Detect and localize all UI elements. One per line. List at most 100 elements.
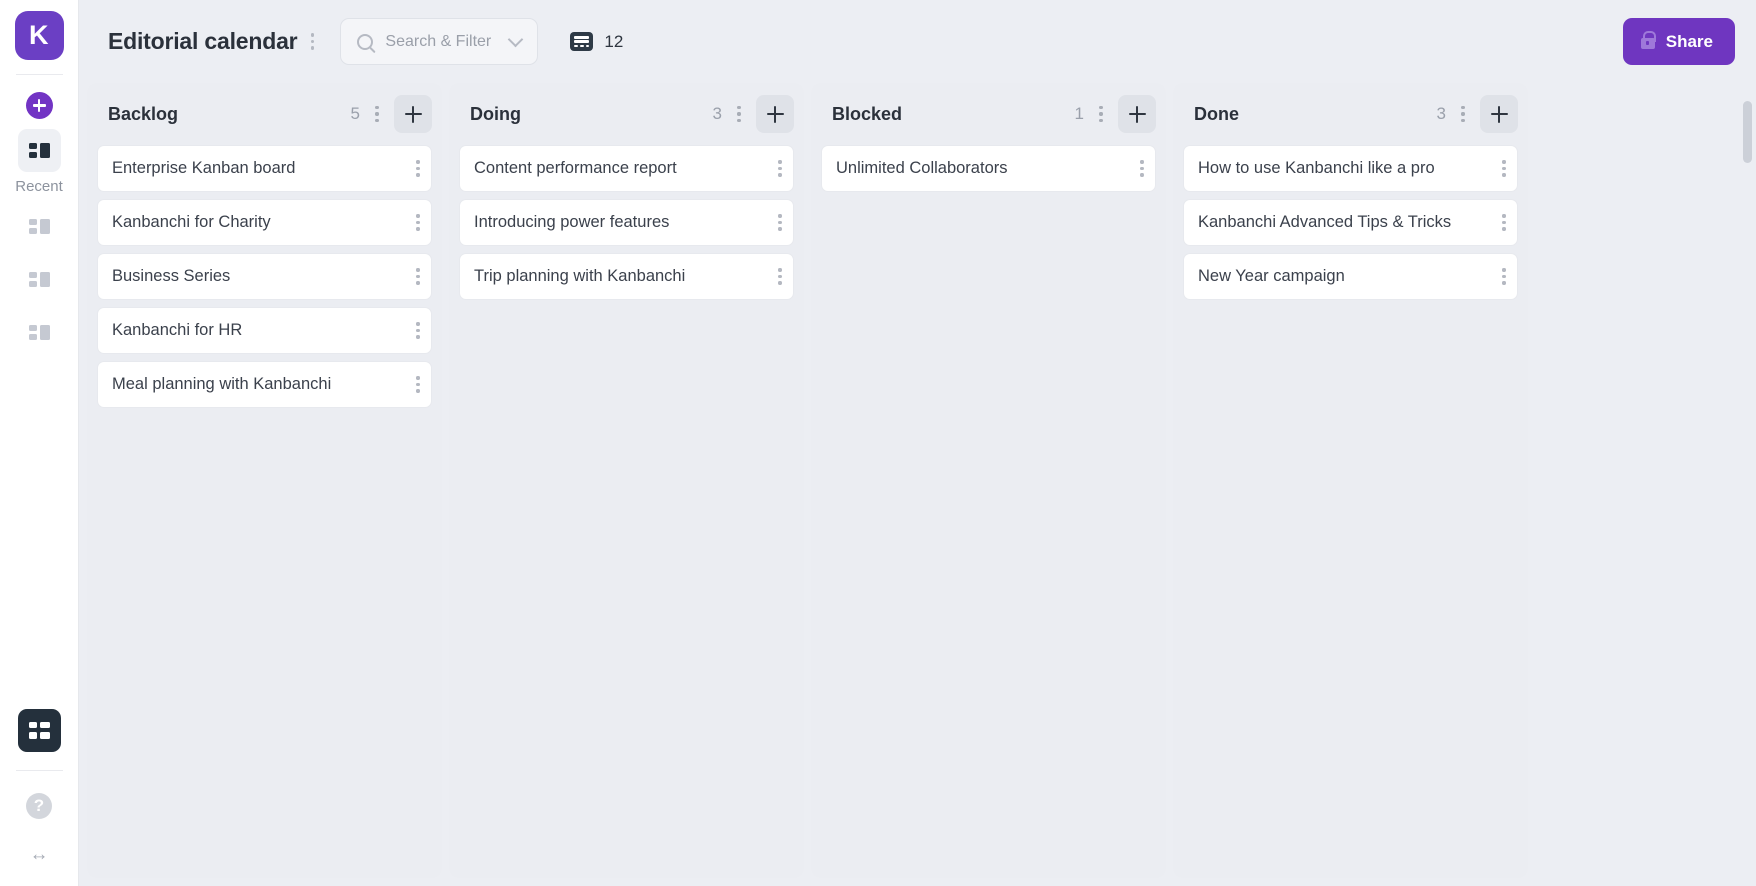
add-card-button[interactable] [1118,95,1156,133]
card[interactable]: How to use Kanbanchi like a pro [1183,145,1518,192]
card-counter: 12 [570,32,623,52]
sidebar-divider-top [15,74,63,75]
card-title: Kanbanchi for Charity [112,213,271,231]
column-title: Done [1194,103,1239,124]
column-title: Backlog [108,103,179,124]
sidebar-item-recent[interactable] [17,129,61,172]
main-area: Editorial calendar Search & Filter 12 Sh… [79,0,1756,886]
search-input[interactable]: Search & Filter [340,18,539,65]
card-menu-icon[interactable] [409,319,427,343]
card-count-value: 12 [604,31,624,51]
page-title: Editorial calendar [108,28,298,54]
top-bar: Editorial calendar Search & Filter 12 Sh… [79,0,1756,83]
board-right-padding [1535,83,1557,93]
card-title: Trip planning with Kanbanchi [474,267,686,285]
board-columns: Backlog 5 Enterprise Kanban board Kanbanchi… [79,83,1756,886]
board-column: Blocked 1 Unlimited Collaborators [811,83,1166,878]
card[interactable]: Unlimited Collaborators [821,145,1156,192]
card[interactable]: Business Series [97,253,432,300]
search-icon [357,33,374,50]
board-column: Doing 3 Content performance report Introduc… [449,83,804,878]
column-header: Backlog 5 [87,83,442,145]
column-menu-icon[interactable] [730,102,748,126]
share-button[interactable]: Share [1622,18,1735,65]
column-title: Blocked [832,103,903,124]
add-card-button[interactable] [1480,95,1518,133]
card-menu-icon[interactable] [1495,265,1513,289]
sidebar-recent-label: Recent [15,178,63,195]
column-card-count: 3 [1436,104,1446,123]
board-column: Done 3 How to use Kanbanchi like a pro Kanb… [1173,83,1528,878]
card-menu-icon[interactable] [771,157,789,181]
column-card-list: Unlimited Collaborators [811,145,1166,192]
column-card-list: Enterprise Kanban board Kanbanchi for Cha… [87,145,442,408]
card-menu-icon[interactable] [409,157,427,181]
sidebar-recent-board-2[interactable] [18,258,61,301]
card-title: New Year campaign [1198,267,1345,285]
column-menu-icon[interactable] [1454,102,1472,126]
card[interactable]: Introducing power features [459,199,794,246]
card-menu-icon[interactable] [1495,157,1513,181]
sidebar-recent-board-3[interactable] [18,311,61,354]
card-menu-icon[interactable] [1495,211,1513,235]
column-card-count: 5 [350,104,360,123]
sidebar-divider-bottom [15,770,63,771]
column-title: Doing [470,103,521,124]
card[interactable]: Kanbanchi Advanced Tips & Tricks [1183,199,1518,246]
collapse-sidebar-icon[interactable]: ↔ [30,845,49,864]
sidebar-item-workspace[interactable] [17,709,61,752]
card[interactable]: Kanbanchi for Charity [97,199,432,246]
board-icon [28,218,50,235]
card[interactable]: Enterprise Kanban board [97,145,432,192]
column-header: Done 3 [1173,83,1528,145]
card-menu-icon[interactable] [771,265,789,289]
card[interactable]: Content performance report [459,145,794,192]
add-board-button[interactable] [25,92,53,119]
card-menu-icon[interactable] [409,265,427,289]
card-title: Unlimited Collaborators [836,159,1008,177]
column-header: Doing 3 [449,83,804,145]
card-title: Business Series [112,267,231,285]
lock-icon [1640,31,1657,49]
column-menu-icon[interactable] [1092,102,1110,126]
card[interactable]: Meal planning with Kanbanchi [97,361,432,408]
board-icon [28,324,50,341]
card[interactable]: New Year campaign [1183,253,1518,300]
card-title: Content performance report [474,159,677,177]
card-title: Meal planning with Kanbanchi [112,375,332,393]
card-title: Introducing power features [474,213,670,231]
sidebar: K Recent ? ↔ [0,0,79,886]
card-menu-icon[interactable] [771,211,789,235]
board-column: Backlog 5 Enterprise Kanban board Kanbanchi… [87,83,442,878]
card-icon [570,32,594,51]
add-card-button[interactable] [756,95,794,133]
column-card-list: How to use Kanbanchi like a pro Kanbanchi… [1173,145,1528,300]
grid-icon [28,722,50,739]
card-title: Enterprise Kanban board [112,159,296,177]
add-card-button[interactable] [394,95,432,133]
board-menu-icon[interactable] [303,30,321,54]
logo-letter: K [29,20,49,50]
column-card-list: Content performance report Introducing po… [449,145,804,300]
card[interactable]: Trip planning with Kanbanchi [459,253,794,300]
column-card-count: 1 [1074,104,1084,123]
column-card-count: 3 [712,104,722,123]
board-icon [28,271,50,288]
column-header: Blocked 1 [811,83,1166,145]
card-title: Kanbanchi Advanced Tips & Tricks [1198,213,1452,231]
card-menu-icon[interactable] [409,211,427,235]
help-glyph: ? [33,796,45,815]
share-button-label: Share [1665,31,1713,51]
kanbanchi-logo[interactable]: K [14,11,64,60]
chevron-down-icon[interactable] [508,31,524,48]
help-icon[interactable]: ? [26,793,52,819]
sidebar-recent-board-1[interactable] [18,205,61,248]
app-root: K Recent ? ↔ Editorial calendar Search &… [0,0,1756,886]
card-menu-icon[interactable] [409,373,427,397]
column-menu-icon[interactable] [368,102,386,126]
card-title: Kanbanchi for HR [112,321,243,339]
card[interactable]: Kanbanchi for HR [97,307,432,354]
card-menu-icon[interactable] [1133,157,1151,181]
board-vertical-scrollbar[interactable] [1743,101,1752,163]
search-placeholder: Search & Filter [385,32,492,50]
